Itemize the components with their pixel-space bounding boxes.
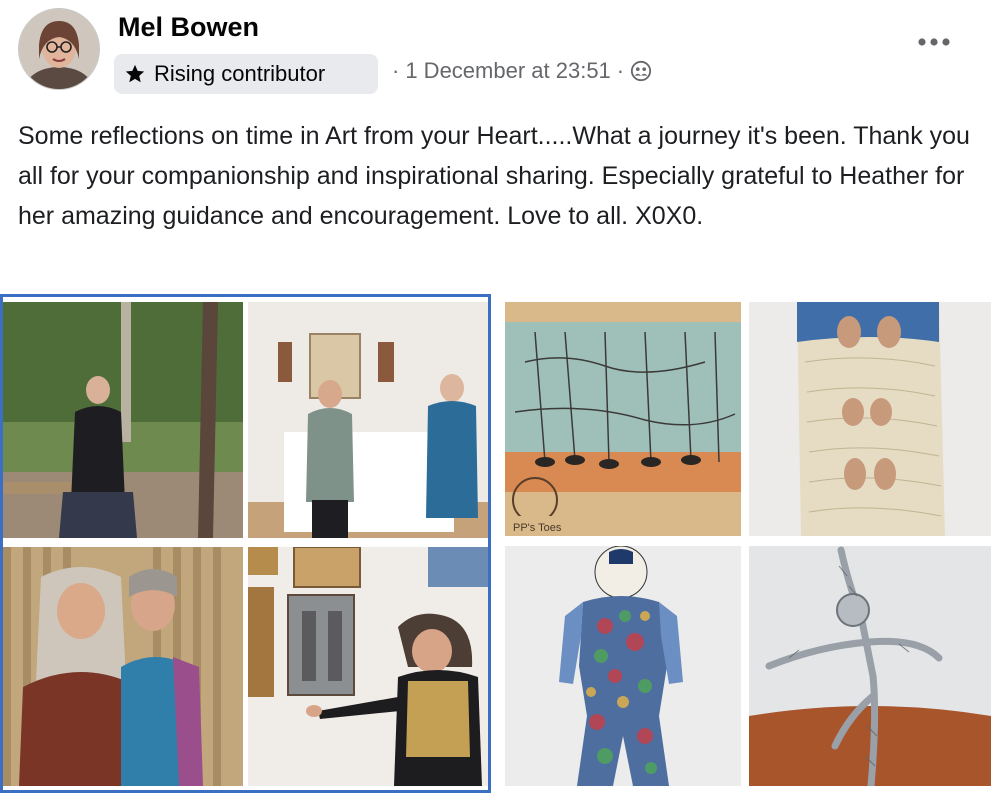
star-icon: [125, 64, 145, 83]
painting-signature: PP's Toes: [513, 522, 562, 534]
friends-icon[interactable]: [630, 60, 652, 82]
avatar[interactable]: [18, 8, 100, 90]
selected-photo-group[interactable]: [0, 294, 491, 793]
photo-woman-seated-garden[interactable]: [3, 302, 243, 538]
photo-gallery-two-women[interactable]: [248, 302, 488, 538]
separator-dot: ·: [616, 58, 625, 83]
photo-two-women-smiling[interactable]: [3, 547, 243, 786]
contributor-badge[interactable]: Rising contributor: [114, 54, 378, 94]
author-name[interactable]: Mel Bowen: [118, 12, 259, 43]
post-meta: · 1 December at 23:51 ·: [386, 56, 652, 86]
badge-label: Rising contributor: [154, 61, 326, 86]
photo-wire-sculpture[interactable]: [749, 546, 991, 786]
more-options-icon[interactable]: [916, 30, 952, 54]
photo-sketch-feet-painting[interactable]: PP's Toes: [505, 302, 741, 536]
photo-gallery: PP's Toes: [0, 294, 991, 793]
photo-embroidered-feet[interactable]: [749, 302, 991, 536]
post-header: Mel Bowen Rising contributor · 1 Decembe…: [0, 0, 991, 110]
separator-dot: ·: [392, 58, 400, 83]
post-text: Some reflections on time in Art from you…: [18, 122, 970, 230]
post-timestamp[interactable]: 1 December at 23:51: [405, 58, 610, 84]
photo-woman-pointing-art[interactable]: [248, 547, 488, 786]
photo-painted-figure-cutout[interactable]: [505, 546, 741, 786]
